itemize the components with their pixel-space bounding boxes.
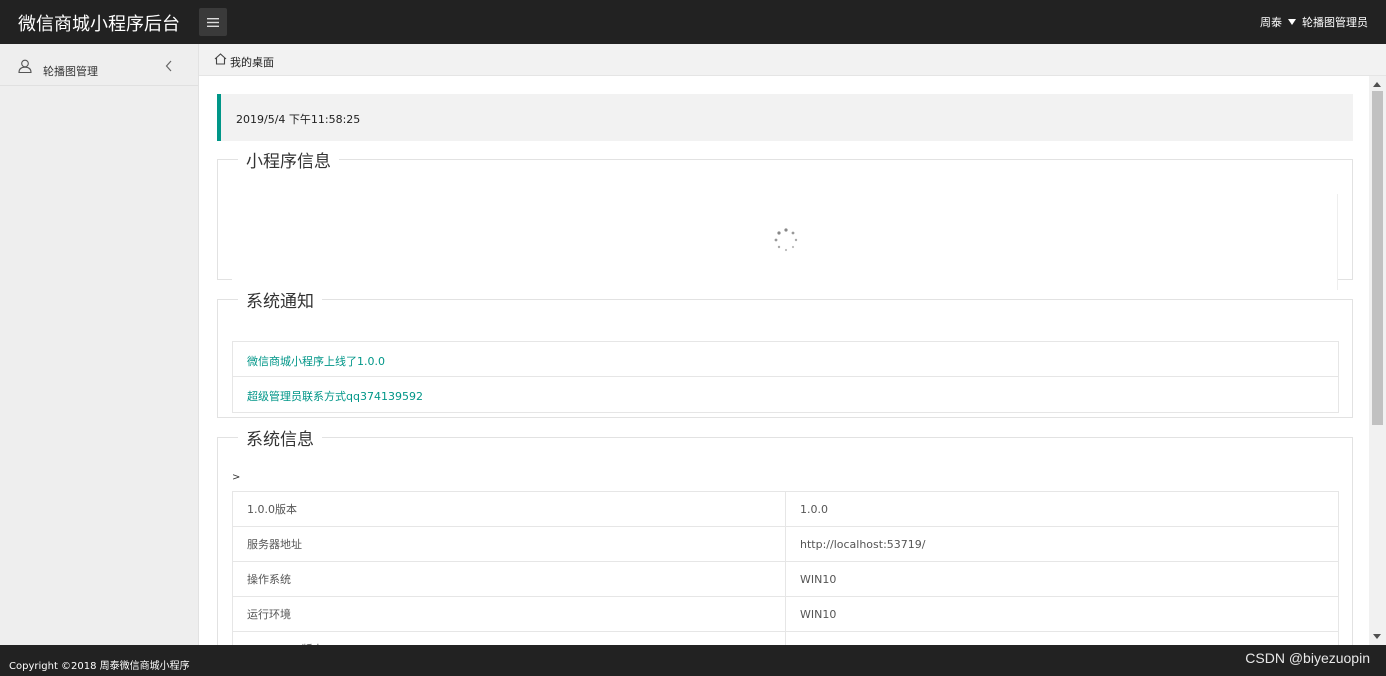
system-info-table: 1.0.0版本 1.0.0 服务器地址 http://localhost:537… <box>232 491 1339 645</box>
sidebar-item-label: 轮播图管理 <box>43 65 98 78</box>
notice-link[interactable]: 超级管理员联系方式qq374139592 <box>247 388 423 404</box>
breadcrumb: 我的桌面 <box>199 44 1386 76</box>
hamburger-icon <box>207 17 219 27</box>
notice-item[interactable]: 微信商城小程序上线了1.0.0 <box>233 342 1338 377</box>
scroll-up-arrow-icon[interactable] <box>1373 82 1381 87</box>
info-value: WIN10 <box>785 561 1339 597</box>
mini-program-info-title: 小程序信息 <box>246 152 331 172</box>
brand-title[interactable]: 微信商城小程序后台 <box>18 10 180 36</box>
info-value: WIN10 <box>785 596 1339 632</box>
chevron-left-icon <box>165 60 172 72</box>
sidebar: 轮播图管理 <box>0 44 199 645</box>
copyright-text: Copyright ©2018 周泰微信商城小程序 <box>9 661 190 672</box>
system-info-panel: 系统信息 > 1.0.0版本 1.0.0 服务器地址 http://localh… <box>217 425 1353 645</box>
table-row: .NET Core版本 2.2 <box>232 631 1339 645</box>
info-value: 2.2 <box>785 631 1339 645</box>
info-key: 1.0.0版本 <box>232 491 786 527</box>
info-key: 操作系统 <box>232 561 786 597</box>
caret-down-icon <box>1288 19 1296 25</box>
main-content: 2019/5/4 下午11:58:25 小程序信息 系统通知 微信商城小程序上线… <box>199 76 1369 645</box>
user-role: 轮播图管理员 <box>1302 16 1368 29</box>
vertical-scrollbar[interactable] <box>1369 76 1386 645</box>
footer: Copyright ©2018 周泰微信商城小程序 CSDN @biyezuop… <box>0 645 1386 676</box>
info-key: 服务器地址 <box>232 526 786 562</box>
mini-program-info-panel: 小程序信息 <box>217 147 1353 290</box>
info-key: 运行环境 <box>232 596 786 632</box>
table-row: 1.0.0版本 1.0.0 <box>232 491 1339 527</box>
mini-program-info-content <box>232 194 1338 290</box>
loading-spinner-icon <box>774 228 798 252</box>
user-menu[interactable]: 周泰 轮播图管理员 <box>1260 14 1368 30</box>
scroll-down-arrow-icon[interactable] <box>1373 634 1381 639</box>
system-notice-panel: 系统通知 微信商城小程序上线了1.0.0 超级管理员联系方式qq37413959… <box>217 287 1353 418</box>
system-notice-title: 系统通知 <box>246 292 314 312</box>
watermark-text: CSDN @biyezuopin <box>1245 650 1370 666</box>
scrollbar-thumb[interactable] <box>1372 91 1383 425</box>
top-header: 微信商城小程序后台 周泰 轮播图管理员 <box>0 0 1386 44</box>
sidebar-item-carousel[interactable]: 轮播图管理 <box>0 44 198 86</box>
user-name: 周泰 <box>1260 16 1282 29</box>
table-row: 操作系统 WIN10 <box>232 561 1339 597</box>
info-key: .NET Core版本 <box>232 631 786 645</box>
info-value: http://localhost:53719/ <box>785 526 1339 562</box>
table-row: 运行环境 WIN10 <box>232 596 1339 632</box>
current-datetime: 2019/5/4 下午11:58:25 <box>236 113 361 126</box>
notice-list: 微信商城小程序上线了1.0.0 超级管理员联系方式qq374139592 <box>232 341 1339 413</box>
system-info-arrow: > <box>232 472 241 483</box>
table-row: 服务器地址 http://localhost:53719/ <box>232 526 1339 562</box>
menu-toggle-button[interactable] <box>199 8 227 36</box>
notice-item[interactable]: 超级管理员联系方式qq374139592 <box>233 377 1338 412</box>
user-icon <box>18 59 32 73</box>
breadcrumb-home[interactable]: 我的桌面 <box>230 54 274 70</box>
home-icon <box>214 53 227 65</box>
datetime-bar: 2019/5/4 下午11:58:25 <box>217 94 1353 141</box>
system-info-title: 系统信息 <box>246 430 314 450</box>
info-value: 1.0.0 <box>785 491 1339 527</box>
notice-link[interactable]: 微信商城小程序上线了1.0.0 <box>247 353 385 369</box>
